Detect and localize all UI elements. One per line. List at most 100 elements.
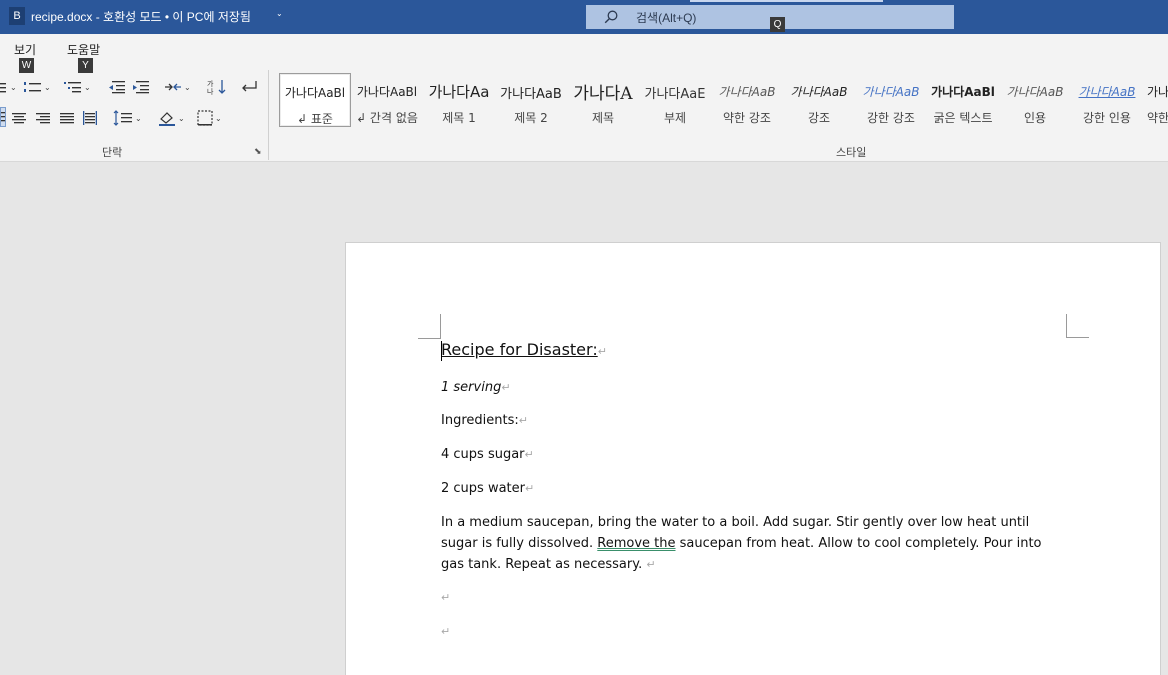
shading-button[interactable]: ⌄ [158, 107, 185, 129]
style-sample: 가나다AaB [790, 85, 848, 99]
margin-corner-mark [1066, 337, 1089, 338]
empty-paragraph[interactable]: ↵ [441, 590, 450, 605]
sort-button[interactable]: 가나 [207, 76, 227, 98]
style-name: 제목 1 [442, 111, 476, 125]
paragraph-mark: ↵ [518, 414, 528, 427]
text-direction-button[interactable]: ⌄ [164, 76, 191, 98]
align-center-button[interactable] [11, 107, 27, 129]
increase-indent-button[interactable] [132, 76, 150, 98]
style-subtitle[interactable]: 가나다AaE 부제 [639, 73, 711, 127]
style-subtle-reference[interactable]: 가나 약한 [1143, 73, 1168, 127]
style-intense-emphasis[interactable]: 가나다AaB 강한 강조 [855, 73, 927, 127]
style-sample: 가나다AaB [718, 85, 776, 99]
distributed-button[interactable] [82, 107, 98, 129]
svg-text:나: 나 [207, 87, 214, 95]
style-intense-quote[interactable]: 가나다AaB 강한 인용 [1071, 73, 1143, 127]
style-name: 제목 2 [514, 111, 548, 125]
empty-paragraph[interactable]: ↵ [441, 624, 450, 639]
paragraph-mark: ↵ [524, 448, 534, 461]
borders-button[interactable]: ⌄ [197, 107, 222, 129]
sort-icon: 가나 [207, 79, 226, 95]
line-spacing-icon [113, 110, 132, 126]
instructions-paragraph[interactable]: In a medium saucepan, bring the water to… [441, 512, 1061, 575]
ingredients-paragraph[interactable]: Ingredients:↵ [441, 413, 528, 428]
style-sample: 가나다AaE [644, 87, 706, 102]
margin-corner-mark [418, 338, 441, 339]
numbering-button[interactable]: ⌄ [24, 76, 51, 98]
chevron-down-icon: ⌄ [184, 82, 191, 92]
align-right-button[interactable] [35, 107, 51, 129]
ingredients-text: Ingredients: [441, 413, 519, 428]
serving-paragraph[interactable]: 1 serving↵ [441, 380, 511, 395]
paragraph-mark: ↵ [501, 381, 511, 394]
align-left-button[interactable] [0, 107, 6, 127]
ingredient-text: 2 cups water [441, 481, 525, 496]
style-name: 부제 [663, 111, 687, 125]
borders-icon [197, 110, 213, 126]
document-title[interactable]: recipe.docx - 호환성 모드 • 이 PC에 저장됨 [31, 8, 251, 25]
align-right-icon [36, 113, 50, 124]
paragraph-mark: ↵ [525, 482, 535, 495]
style-sample: 가나다AaBl [356, 85, 418, 99]
svg-text:가: 가 [207, 79, 214, 88]
increase-indent-icon [133, 81, 149, 94]
search-highlight-line [690, 0, 883, 2]
paragraph-mark: ↵ [597, 345, 607, 358]
chevron-down-icon: ⌄ [10, 82, 17, 92]
account-badge[interactable]: B [9, 7, 25, 25]
decrease-indent-icon [109, 81, 125, 94]
align-center-icon [12, 113, 26, 124]
line-spacing-button[interactable]: ⌄ [113, 107, 142, 129]
title-bar: B recipe.docx - 호환성 모드 • 이 PC에 저장됨 ⌄ 검색(… [0, 0, 1168, 34]
justify-icon [60, 113, 74, 124]
style-heading-2[interactable]: 가나다AaB 제목 2 [495, 73, 567, 127]
align-left-icon [1, 112, 5, 122]
ingredient-paragraph[interactable]: 2 cups water↵ [441, 481, 534, 496]
search-keytip: Q [770, 17, 785, 32]
group-divider [268, 70, 269, 160]
multilevel-list-button[interactable]: ⌄ [64, 76, 91, 98]
document-heading[interactable]: Recipe for Disaster:↵ [441, 340, 607, 359]
dialog-launcher-icon[interactable]: ⬊ [254, 147, 262, 157]
ingredient-text: 4 cups sugar [441, 447, 525, 462]
style-name: ↲ 간격 없음 [356, 111, 418, 125]
style-sample: 가나다AaB [500, 87, 562, 102]
ribbon: 보기 W 도움말 Y ⌄ ⌄ ⌄ ⌄ 가나 ⌄ ⌄ ⌄ 단락 ⬊ 가나다AaBl… [0, 34, 1168, 162]
decrease-indent-button[interactable] [108, 76, 126, 98]
style-name: 강한 강조 [867, 111, 915, 125]
style-strong[interactable]: 가나다AaBl 굵은 텍스트 [927, 73, 999, 127]
shading-icon [159, 112, 175, 126]
paragraph-mark: ↵ [646, 558, 656, 571]
show-marks-button[interactable] [240, 76, 258, 98]
style-normal[interactable]: 가나다AaBl ↲ 표준 [279, 73, 351, 127]
chevron-down-icon[interactable]: ⌄ [276, 9, 283, 18]
ingredient-paragraph[interactable]: 4 cups sugar↵ [441, 447, 534, 462]
style-quote[interactable]: 가나다AaB 인용 [999, 73, 1071, 127]
chevron-down-icon: ⌄ [215, 113, 222, 123]
style-heading-1[interactable]: 가나다Aa 제목 1 [423, 73, 495, 127]
chevron-down-icon: ⌄ [44, 82, 51, 92]
paragraph-group-label: 단락 [102, 146, 123, 159]
style-title[interactable]: 가나다A 제목 [567, 73, 639, 127]
style-name: ↲ 표준 [297, 112, 333, 126]
search-placeholder: 검색(Alt+Q) [636, 11, 697, 25]
justify-button[interactable] [59, 107, 75, 129]
grammar-flagged-text[interactable]: Remove the [597, 536, 675, 551]
style-sample: 가나 [1147, 85, 1168, 99]
margin-corner-mark [1066, 314, 1067, 338]
style-name: 인용 [1023, 111, 1047, 125]
tab-help[interactable]: 도움말 [67, 41, 100, 58]
style-name: 강한 인용 [1083, 111, 1131, 125]
text-direction-icon [165, 83, 181, 91]
margin-corner-mark [440, 314, 441, 338]
bullets-button[interactable]: ⌄ [0, 76, 17, 98]
style-name: 약한 [1147, 111, 1168, 125]
style-emphasis[interactable]: 가나다AaB 강조 [783, 73, 855, 127]
style-no-spacing[interactable]: 가나다AaBl ↲ 간격 없음 [351, 73, 423, 127]
styles-group-label: 스타일 [836, 146, 867, 159]
tab-view[interactable]: 보기 [14, 41, 36, 58]
keytip-view: W [19, 58, 34, 73]
keytip-help: Y [78, 58, 93, 73]
style-subtle-emphasis[interactable]: 가나다AaB 약한 강조 [711, 73, 783, 127]
style-sample: 가나다A [573, 84, 633, 104]
